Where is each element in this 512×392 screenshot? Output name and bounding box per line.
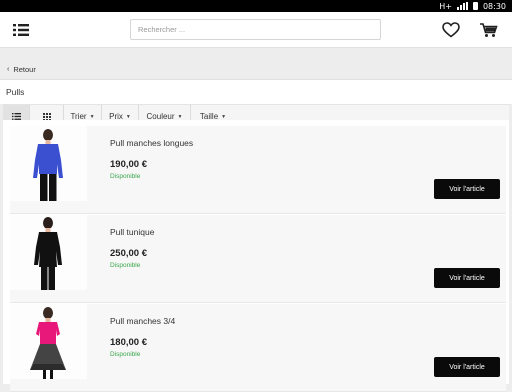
status-bar: H+ 08:30: [0, 0, 512, 12]
network-type: H+: [439, 1, 452, 11]
cart-icon[interactable]: [478, 21, 500, 39]
page-title: Pulls: [6, 87, 25, 97]
product-name[interactable]: Pull tunique: [110, 227, 154, 237]
product-image[interactable]: [10, 126, 87, 201]
battery-icon: [472, 2, 478, 10]
product-price: 180,00 €: [110, 337, 147, 348]
list-view-icon: [11, 113, 21, 120]
view-product-button[interactable]: Voir l'article: [434, 357, 500, 377]
back-link[interactable]: ‹ Retour: [0, 59, 512, 80]
list-menu-icon[interactable]: [12, 22, 32, 38]
product-card[interactable]: Pull manches 3/4 180,00 € Disponible Voi…: [10, 304, 506, 392]
product-card[interactable]: Pull manches longues 190,00 € Disponible…: [10, 126, 506, 214]
back-label: Retour: [13, 64, 36, 74]
availability-status: Disponible: [110, 351, 141, 358]
view-product-button[interactable]: Voir l'article: [434, 268, 500, 288]
chevron-left-icon: ‹: [7, 65, 10, 73]
product-name[interactable]: Pull manches 3/4: [110, 316, 175, 326]
availability-status: Disponible: [110, 173, 141, 180]
clock: 08:30: [482, 1, 506, 11]
view-product-button[interactable]: Voir l'article: [434, 179, 500, 199]
product-list: Pull manches longues 190,00 € Disponible…: [3, 120, 509, 392]
product-price: 190,00 €: [110, 159, 147, 170]
search-input[interactable]: Rechercher ...: [130, 19, 381, 40]
product-price: 250,00 €: [110, 248, 147, 259]
chevron-down-icon: ▼: [125, 113, 131, 120]
signal-icon: [456, 2, 468, 10]
chevron-down-icon: ▼: [221, 113, 227, 120]
product-card[interactable]: Pull tunique 250,00 € Disponible Voir l'…: [10, 215, 506, 303]
heart-icon[interactable]: [441, 21, 461, 39]
chevron-down-icon: ▼: [177, 113, 183, 120]
category-header: Pulls: [0, 80, 512, 104]
product-image[interactable]: [10, 304, 87, 379]
app-header: Rechercher ...: [0, 12, 512, 48]
product-name[interactable]: Pull manches longues: [110, 138, 193, 148]
availability-status: Disponible: [110, 262, 141, 269]
product-image[interactable]: [10, 215, 87, 290]
chevron-down-icon: ▼: [89, 113, 95, 120]
